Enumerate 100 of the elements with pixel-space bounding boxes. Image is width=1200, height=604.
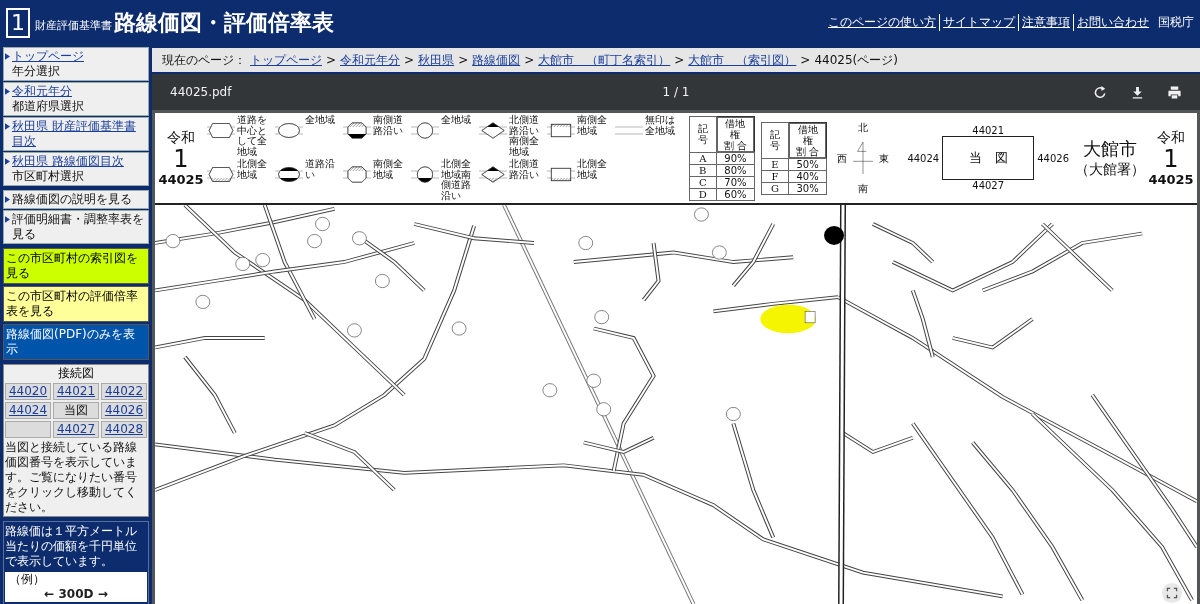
- print-icon[interactable]: [1167, 84, 1182, 100]
- triangle-icon: [5, 196, 10, 203]
- breadcrumb-link[interactable]: 令和元年分: [340, 51, 401, 69]
- nav-item[interactable]: 路線価図の説明を見る: [3, 190, 149, 209]
- adjacent-sheet-number: 44026: [1037, 152, 1069, 164]
- triangle-icon: [5, 53, 10, 60]
- nav-link[interactable]: 令和元年分: [12, 84, 84, 99]
- compass-label: 東: [879, 151, 890, 165]
- breadcrumb-link[interactable]: トップページ: [250, 51, 322, 69]
- compass-label: 南: [858, 182, 869, 195]
- legend-label: 南側全地域: [373, 159, 404, 180]
- table-cell: 70%: [716, 176, 755, 188]
- current-sheet: 当図: [53, 402, 99, 419]
- site-subtitle: 財産評価基準書: [35, 18, 112, 33]
- table-header: 記号: [689, 116, 717, 152]
- legend-symbol-icon: [275, 165, 303, 184]
- legend-label: 北側全地域: [237, 159, 268, 180]
- table-header: 借地権: [724, 117, 747, 140]
- table-cell: F: [761, 170, 789, 182]
- table-header: 割 合: [722, 139, 748, 151]
- header-link[interactable]: お問い合わせ: [1073, 14, 1152, 31]
- page-title: 路線価図・評価倍率表: [114, 8, 334, 37]
- triangle-icon: [5, 216, 10, 223]
- header-link[interactable]: このページの使い方: [825, 14, 939, 31]
- sheet-link[interactable]: 44021: [53, 383, 99, 400]
- table-cell: B: [689, 164, 717, 176]
- table-cell: 30%: [788, 182, 827, 194]
- legend-symbol-icon: [207, 121, 235, 140]
- table-header: 記号: [761, 122, 789, 158]
- nav-link[interactable]: 秋田県 路線価図目次: [12, 154, 124, 169]
- breadcrumb-link[interactable]: 路線価図: [472, 51, 521, 69]
- breadcrumb-current: 44025(ページ): [814, 51, 898, 69]
- triangle-icon: [5, 123, 10, 130]
- table-cell: 60%: [716, 188, 755, 200]
- nav-item[interactable]: 秋田県 財産評価基準書目次: [3, 117, 149, 151]
- action-link[interactable]: この市区町村の評価倍率表を見る: [3, 286, 149, 322]
- legend-label: 北側道路沿い: [509, 159, 540, 180]
- sheet-link[interactable]: 44027: [53, 421, 99, 438]
- nav-item[interactable]: 令和元年分 都道府県選択: [3, 82, 149, 116]
- empty-cell: [5, 421, 51, 438]
- table-cell: D: [689, 188, 717, 200]
- nav-label: 評価明細書・調整率表を見る: [12, 212, 145, 242]
- breadcrumb-separator: >: [326, 53, 337, 67]
- table-cell: C: [689, 176, 717, 188]
- nav-item[interactable]: トップページ 年分選択: [3, 47, 149, 81]
- legend-label: 北側全地域南側道路沿い: [441, 159, 472, 201]
- sheet-number: 44025: [158, 172, 204, 188]
- table-cell: E: [761, 158, 789, 170]
- nav-item[interactable]: 秋田県 路線価図目次 市区町村選択: [3, 152, 149, 186]
- breadcrumb-link[interactable]: 大館市 （索引図）: [688, 51, 797, 69]
- triangle-icon: [5, 88, 10, 95]
- legend-symbol-icon: [275, 121, 303, 140]
- rotate-icon[interactable]: [1093, 84, 1108, 100]
- header-link[interactable]: サイトマップ: [939, 14, 1018, 31]
- header-link[interactable]: 注意事項: [1018, 14, 1073, 31]
- download-icon[interactable]: [1130, 84, 1145, 100]
- adjacent-sheet-number: 44021: [972, 125, 1005, 136]
- legend-label: 全地域: [441, 115, 472, 126]
- current-sheet-box: 当 図: [942, 136, 1035, 180]
- nav-sublabel: 市区町村選択: [12, 169, 85, 184]
- table-cell: 80%: [716, 164, 755, 176]
- nav-link[interactable]: トップページ: [12, 49, 84, 64]
- breadcrumb-separator: >: [674, 53, 685, 67]
- sheet-link[interactable]: 44028: [101, 421, 147, 438]
- nav-link[interactable]: 秋田県 財産評価基準書目次: [12, 119, 147, 149]
- legend-symbol-icon: [411, 121, 439, 140]
- sheet-link[interactable]: 44024: [5, 402, 51, 419]
- adjacent-sheet-number: 44024: [907, 152, 940, 164]
- legend-label: 全地域: [305, 115, 336, 126]
- era-label: 令和: [167, 128, 195, 147]
- breadcrumb-separator: >: [404, 53, 415, 67]
- breadcrumb-separator: >: [524, 53, 535, 67]
- legend-symbol-icon: [479, 165, 507, 184]
- table-header: 割 合: [794, 145, 821, 157]
- breadcrumb-prefix: 現在のページ：: [162, 51, 246, 69]
- unit-note: 路線価は１平方メートル当たりの価額を千円単位で表示しています。: [5, 524, 138, 569]
- sheet-link[interactable]: 44020: [5, 383, 51, 400]
- breadcrumb-link[interactable]: 大館市 （町丁名索引）: [538, 51, 671, 69]
- example-label: （例）: [9, 572, 46, 587]
- legend-symbol-icon: [547, 165, 575, 184]
- connection-note: 当図と接続している路線価図番号を表示しています。ご覧になりたい番号をクリックし移動してください。: [5, 440, 138, 515]
- table-cell: 90%: [716, 152, 755, 164]
- sheet-number: 44025: [1148, 172, 1194, 188]
- nav-item[interactable]: 評価明細書・調整率表を見る: [3, 210, 149, 244]
- action-link[interactable]: 路線価図(PDF)のみを表示: [3, 324, 149, 360]
- compass-label: 北: [858, 121, 869, 134]
- tax-office-name: （大館署）: [1075, 161, 1145, 179]
- example-value: ← 300D →: [43, 587, 109, 602]
- fit-page-icon[interactable]: [1161, 582, 1183, 604]
- legend-symbol-icon: [411, 165, 439, 184]
- table-cell: G: [761, 182, 789, 194]
- sheet-link[interactable]: 44026: [101, 402, 147, 419]
- legend-label: 北側全地域: [577, 159, 608, 180]
- legend-label: 北側道路沿い南側全地域: [509, 115, 540, 157]
- breadcrumb-link[interactable]: 秋田県: [418, 51, 455, 69]
- action-link[interactable]: この市区町村の索引図を見る: [3, 248, 149, 284]
- sheet-link[interactable]: 44022: [101, 383, 147, 400]
- legend-label: 南側全地域: [577, 115, 608, 136]
- nav-label: 路線価図の説明を見る: [12, 192, 132, 207]
- city-name: 大館市: [1083, 137, 1137, 161]
